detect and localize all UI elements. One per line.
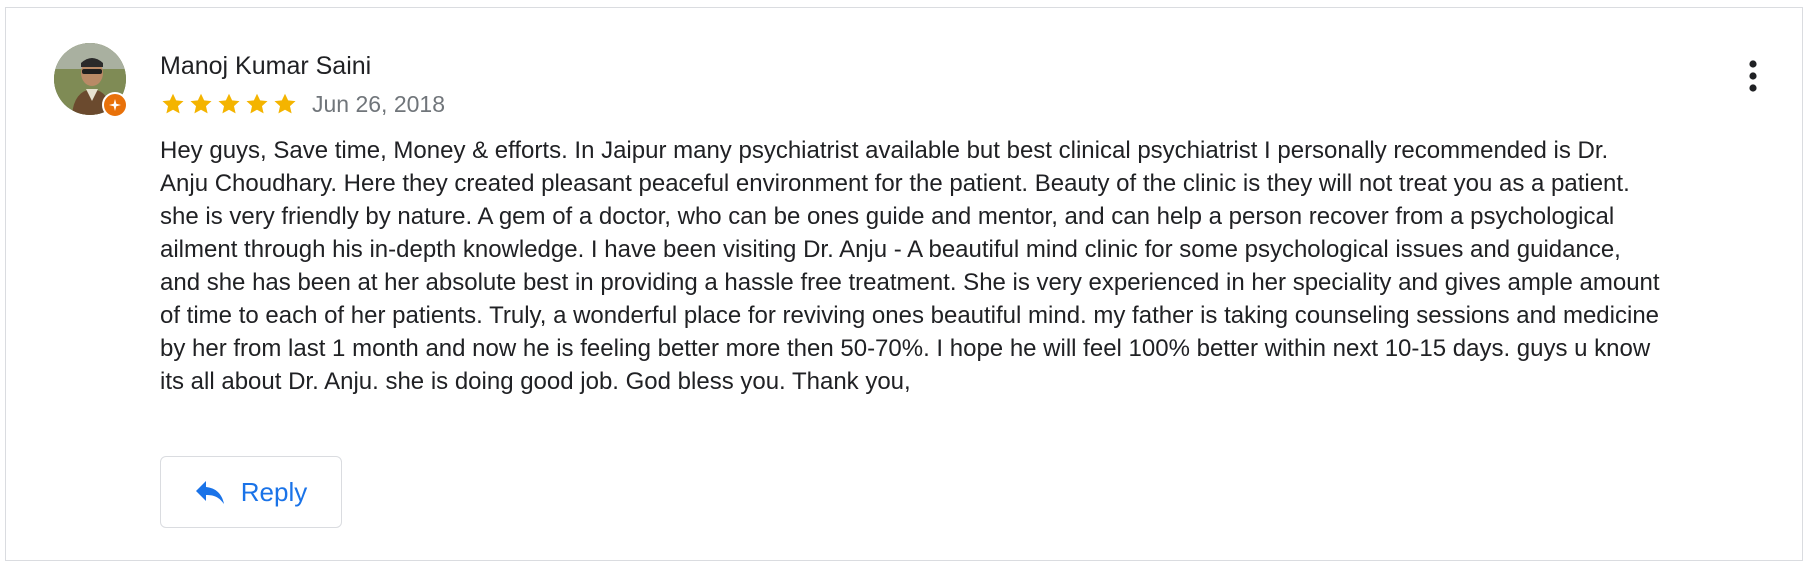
author-name[interactable]: Manoj Kumar Saini	[160, 52, 371, 81]
star-icon	[216, 91, 242, 117]
rating-row: Jun 26, 2018	[160, 90, 445, 118]
star-icon	[188, 91, 214, 117]
review-date: Jun 26, 2018	[312, 90, 446, 117]
star-rating	[160, 91, 298, 117]
more-vert-icon	[1749, 60, 1757, 92]
review-card: Manoj Kumar Saini Jun 26, 2018 Hey guys,…	[5, 7, 1803, 561]
more-options-button[interactable]	[1736, 54, 1770, 98]
review-text: Hey guys, Save time, Money & efforts. In…	[160, 137, 1660, 395]
star-icon	[272, 91, 298, 117]
star-icon	[160, 91, 186, 117]
local-guide-icon	[109, 99, 121, 111]
reply-button[interactable]: Reply	[160, 456, 342, 528]
reply-label: Reply	[240, 476, 308, 507]
star-icon	[244, 91, 270, 117]
reply-arrow-icon	[195, 479, 225, 505]
local-guide-badge	[102, 92, 128, 118]
